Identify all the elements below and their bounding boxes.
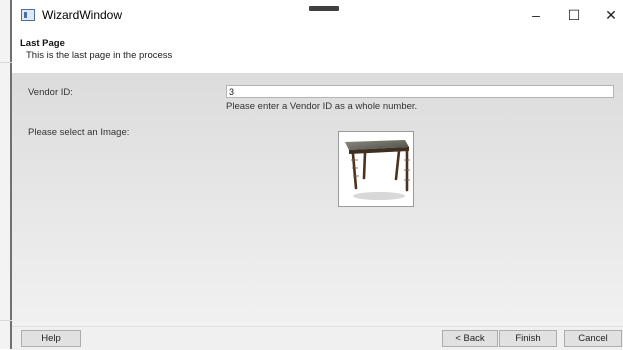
- vendor-id-label: Vendor ID:: [28, 87, 73, 98]
- cancel-button[interactable]: Cancel: [564, 330, 622, 347]
- vendor-id-hint: Please enter a Vendor ID as a whole numb…: [226, 101, 418, 112]
- title-bar[interactable]: WizardWindow – ☐ ✕: [12, 0, 623, 31]
- wizard-window: WizardWindow – ☐ ✕ Last Page This is the…: [12, 0, 623, 350]
- divider: [0, 320, 12, 321]
- image-label: Please select an Image:: [28, 127, 130, 138]
- minimize-button[interactable]: –: [522, 4, 550, 26]
- maximize-button[interactable]: ☐: [560, 4, 588, 26]
- divider: [0, 62, 12, 63]
- wizard-footer: Help < Back Finish Cancel: [12, 326, 623, 350]
- help-button[interactable]: Help: [21, 330, 81, 347]
- back-button[interactable]: < Back: [442, 330, 498, 347]
- page-subtitle: This is the last page in the process: [26, 50, 173, 61]
- page-title: Last Page: [20, 38, 65, 49]
- finish-button[interactable]: Finish: [499, 330, 557, 347]
- image-selector[interactable]: [338, 131, 414, 207]
- window-title: WizardWindow: [42, 8, 123, 22]
- close-button[interactable]: ✕: [597, 4, 623, 26]
- drag-handle[interactable]: [309, 6, 339, 11]
- background-window-edge: [0, 0, 12, 349]
- wizard-content: Vendor ID: 3 Please enter a Vendor ID as…: [12, 74, 623, 326]
- vendor-id-input[interactable]: 3: [226, 85, 614, 98]
- wizard-header: Last Page This is the last page in the p…: [12, 31, 623, 74]
- app-icon: [21, 9, 35, 21]
- table-photo-icon: [345, 140, 410, 200]
